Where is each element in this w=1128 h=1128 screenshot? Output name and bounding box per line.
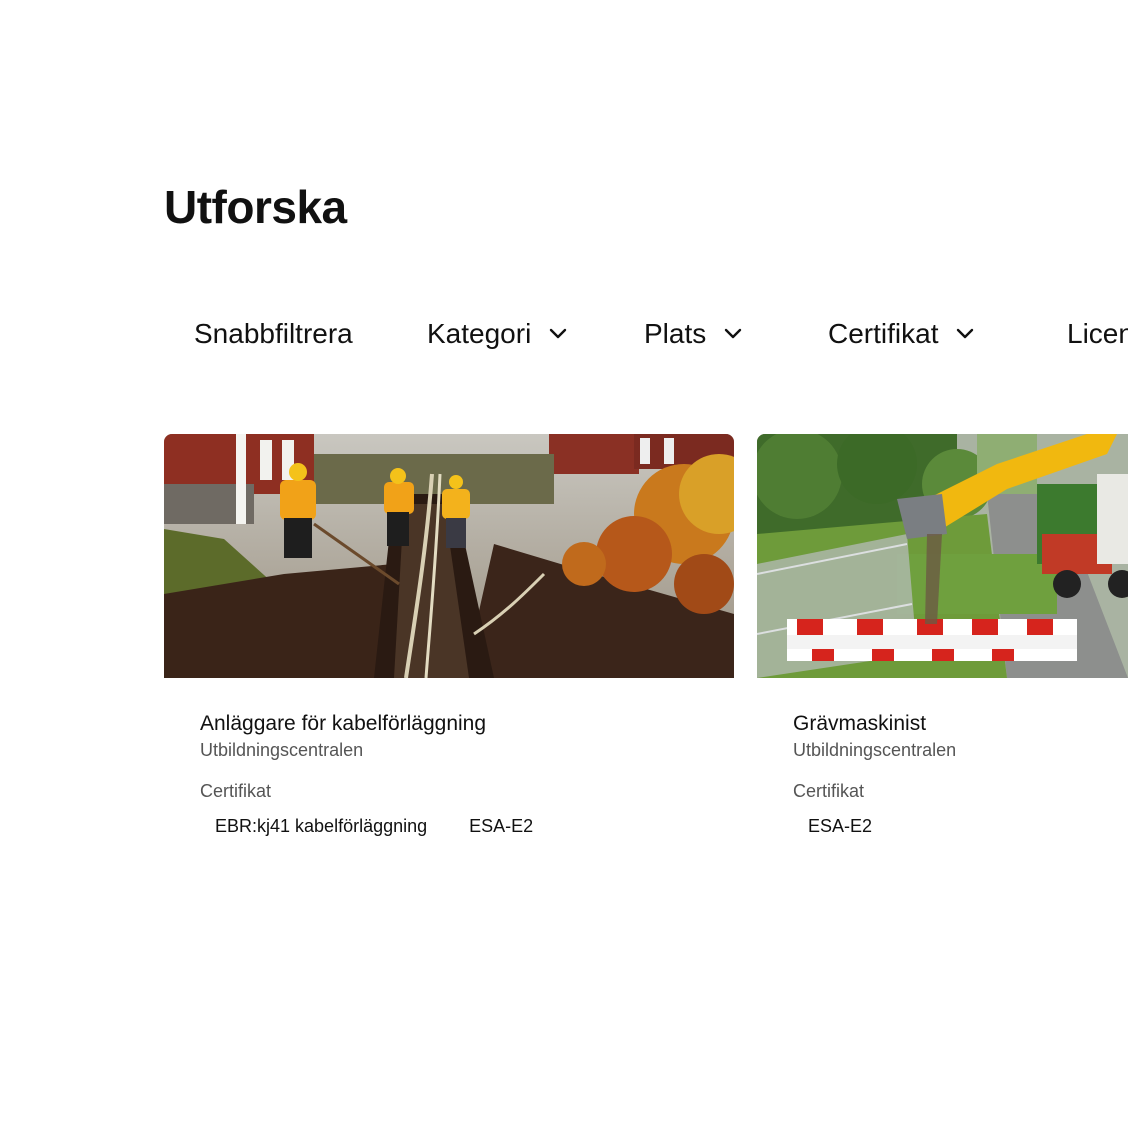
- certificate-label: Certifikat: [200, 781, 272, 801]
- certificate-tags: ESA-E2: [793, 812, 1128, 841]
- location-filter-label: Plats: [644, 318, 707, 349]
- certificate-label: Certifikat: [793, 781, 865, 801]
- category-filter-dropdown[interactable]: Kategori: [427, 312, 567, 356]
- card-body: Grävmaskinist Utbildningscentralen Certi…: [757, 712, 1128, 841]
- card-title: Grävmaskinist: [793, 712, 927, 735]
- certificate-tag: ESA-E2: [793, 812, 888, 841]
- quick-filter-button[interactable]: Snabbfiltrera: [194, 312, 353, 356]
- excavator-photo: [757, 434, 1128, 678]
- cable-trench-photo: [164, 434, 734, 678]
- card-provider: Utbildningscentralen: [793, 740, 957, 760]
- chevron-down-icon: [549, 328, 567, 340]
- card-provider: Utbildningscentralen: [200, 740, 364, 760]
- certificate-filter-dropdown[interactable]: Certifikat: [828, 312, 974, 356]
- chevron-down-icon: [956, 328, 974, 340]
- certificate-filter-label: Certifikat: [828, 318, 939, 349]
- category-filter-label: Kategori: [427, 318, 532, 349]
- license-filter-dropdown[interactable]: Licens: [1067, 312, 1128, 356]
- page-title: Utforska: [164, 181, 347, 233]
- chevron-down-icon: [724, 328, 742, 340]
- certificate-tag: ESA-E2: [454, 812, 549, 841]
- quick-filter-label: Snabbfiltrera: [194, 318, 353, 349]
- certificate-tag: EBR:kj41 kabelförläggning: [200, 812, 443, 841]
- license-filter-label: Licens: [1067, 318, 1128, 349]
- card-body: Anläggare för kabelförläggning Utbildnin…: [164, 712, 734, 841]
- certificate-tags: EBR:kj41 kabelförläggning ESA-E2: [200, 812, 734, 841]
- course-card[interactable]: Anläggare för kabelförläggning Utbildnin…: [164, 434, 734, 841]
- location-filter-dropdown[interactable]: Plats: [644, 312, 742, 356]
- card-title: Anläggare för kabelförläggning: [200, 712, 487, 735]
- explore-page: Utforska Snabbfiltrera Kategori Plats Ce…: [0, 0, 1128, 1128]
- course-card[interactable]: Grävmaskinist Utbildningscentralen Certi…: [757, 434, 1128, 841]
